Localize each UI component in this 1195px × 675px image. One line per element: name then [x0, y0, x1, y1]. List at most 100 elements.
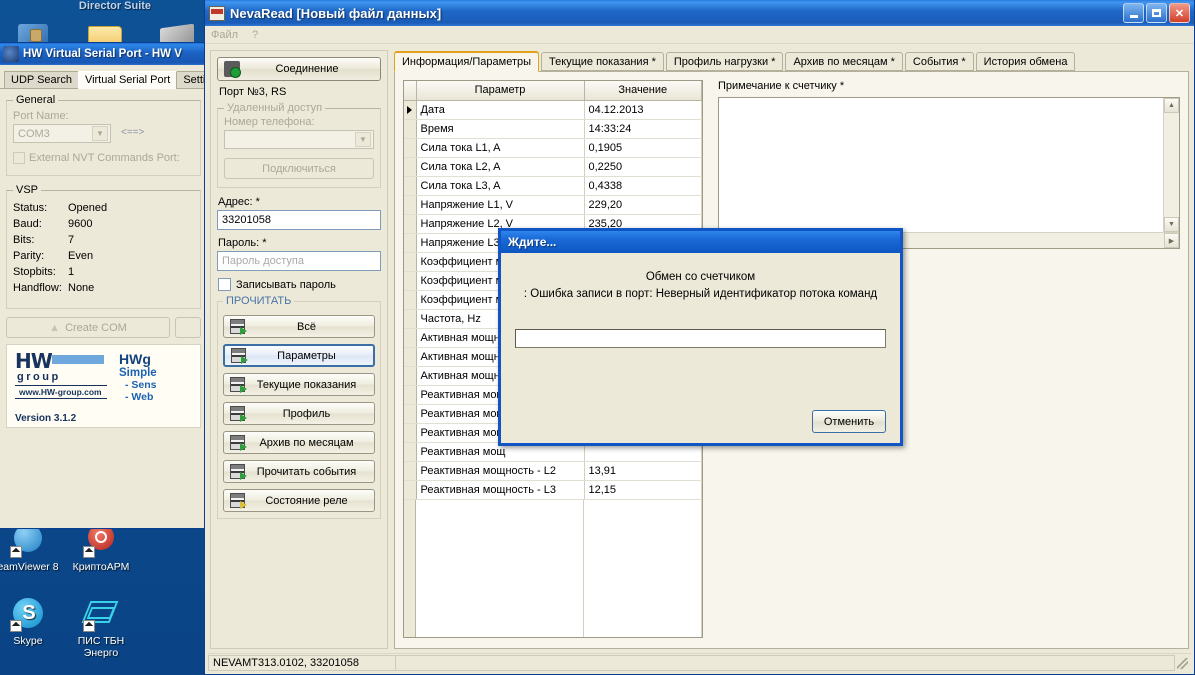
read-all-button[interactable]: Всё — [223, 315, 375, 338]
table-row[interactable]: Сила тока L3, A 0,4338 — [404, 176, 702, 196]
desktop-icon-pis-tbn-energo[interactable]: ПИС ТБН Энерго — [63, 598, 139, 659]
status-meter-info: NEVAMT313.0102, 33201058 — [208, 654, 396, 671]
tab-load-profile[interactable]: Профиль нагрузки * — [665, 52, 784, 71]
wait-dialog[interactable]: Ждите... Обмен со счетчиком : Ошибка зап… — [498, 228, 903, 446]
menu-item-help[interactable]: ? — [252, 29, 258, 41]
row-indicator — [404, 214, 417, 234]
row-indicator — [404, 385, 417, 405]
port-status-label: Порт №3, RS — [219, 86, 287, 98]
scroll-down-icon[interactable]: ▼ — [1164, 217, 1179, 232]
table-row[interactable]: Реактивная мощность - L2 13,91 — [404, 461, 702, 481]
tab-current-readings[interactable]: Текущие показания * — [541, 52, 664, 71]
close-button[interactable]: ✕ — [1169, 3, 1190, 23]
external-nvt-checkbox[interactable] — [13, 152, 25, 164]
connect-button[interactable]: Соединение — [217, 57, 381, 81]
wait-dialog-message-line1: Обмен со счетчиком — [645, 271, 756, 283]
address-input[interactable]: 33201058 — [217, 210, 381, 230]
create-com-button[interactable]: ▲ Create COM — [6, 317, 170, 338]
table-row[interactable]: Время 14:33:24 — [404, 119, 702, 139]
minimize-button[interactable] — [1123, 3, 1144, 23]
nevaread-titlebar[interactable]: NevaRead [Новый файл данных] ✕ — [205, 0, 1194, 26]
hw-virtual-serial-port-window[interactable]: HW Virtual Serial Port - HW V UDP Search… — [0, 42, 219, 529]
row-indicator — [404, 347, 417, 367]
chevron-down-icon[interactable]: ▼ — [92, 126, 108, 141]
cancel-button[interactable]: Отменить — [812, 410, 886, 433]
save-password-row[interactable]: Записывать пароль — [218, 278, 381, 291]
save-password-checkbox[interactable] — [218, 278, 231, 291]
desktop-icon-teamviewer[interactable]: eamViewer 8 — [0, 524, 66, 573]
read-profile-button[interactable]: Профиль — [223, 402, 375, 425]
read-parameters-button[interactable]: Параметры — [223, 344, 375, 367]
meter-notes-label: Примечание к счетчику * — [718, 80, 845, 92]
hwvsp-app-icon — [3, 46, 19, 62]
wait-dialog-titlebar[interactable]: Ждите... — [501, 231, 900, 253]
hwvsp-extra-button[interactable] — [175, 317, 201, 338]
read-current-readings-button[interactable]: Текущие показания — [223, 373, 375, 396]
table-row[interactable]: Сила тока L2, A 0,2250 — [404, 157, 702, 177]
cell-value: 229,20 — [584, 195, 702, 215]
desktop-icon-skype[interactable]: S Skype — [0, 598, 66, 647]
nevaread-tabstrip[interactable]: Информация/Параметры Текущие показания *… — [394, 50, 1189, 72]
tab-events[interactable]: События * — [904, 52, 974, 71]
tab-exchange-history[interactable]: История обмена — [975, 52, 1076, 71]
runner-icon: ▲ — [49, 321, 61, 334]
cell-value: 12,15 — [584, 480, 702, 500]
maximize-button[interactable] — [1146, 3, 1167, 23]
meter-notes-memo[interactable]: ▲ ▼ ▶ — [718, 97, 1180, 249]
hwgroup-url: www.HW-group.com — [15, 385, 107, 399]
vsp-bits-key: Bits: — [13, 234, 35, 246]
nevaread-menubar[interactable]: Файл ? — [205, 26, 1194, 44]
phone-number-combo[interactable]: ▼ — [224, 130, 374, 149]
read-green-icon — [230, 319, 247, 335]
vsp-baud-value: 9600 — [68, 218, 93, 230]
hwvsp-general-group: General Port Name: COM3 ▼ <==> External … — [6, 94, 201, 176]
cell-param: Сила тока L2, A — [416, 157, 585, 177]
table-row[interactable]: Дата 04.12.2013 — [404, 100, 702, 120]
hwgroup-logo-panel: HW group www.HW-group.com Version 3.1.2 … — [6, 344, 201, 428]
hwvsp-version: Version 3.1.2 — [15, 413, 77, 424]
cell-value: 0,2250 — [584, 157, 702, 177]
column-header-parameter[interactable]: Параметр — [415, 81, 585, 101]
remote-connect-button[interactable]: Подключиться — [224, 158, 374, 179]
port-name-combo[interactable]: COM3 ▼ — [13, 124, 111, 143]
vsp-status-value: Opened — [68, 202, 108, 214]
vsp-baud-row: Baud: 9600 — [13, 216, 194, 232]
read-profile-label: Профиль — [282, 407, 331, 420]
password-input[interactable]: Пароль доступа — [217, 251, 381, 271]
hwvsp-titlebar[interactable]: HW Virtual Serial Port - HW V — [0, 43, 206, 65]
table-row[interactable]: Реактивная мощность - L3 12,15 — [404, 480, 702, 500]
read-green-icon — [230, 406, 247, 422]
wait-dialog-message-line2: : Ошибка записи в порт: Неверный идентиф… — [523, 288, 878, 300]
hwvsp-tab-udp-search[interactable]: UDP Search — [4, 71, 79, 88]
vertical-scrollbar[interactable]: ▲ ▼ — [1163, 98, 1179, 232]
cell-param: Дата — [416, 100, 585, 120]
tab-info-parameters[interactable]: Информация/Параметры — [394, 51, 540, 72]
meter-notes-textarea[interactable] — [719, 98, 1163, 232]
remote-connect-label: Подключиться — [262, 162, 336, 175]
hwvsp-tabstrip[interactable]: UDP Search Virtual Serial Port Settin — [0, 69, 219, 89]
kriptoarm-icon — [83, 524, 119, 558]
scroll-right-icon[interactable]: ▶ — [1164, 233, 1179, 248]
scroll-up-icon[interactable]: ▲ — [1164, 98, 1179, 113]
hwvsp-vsp-legend: VSP — [16, 184, 39, 196]
read-events-button[interactable]: Прочитать события — [223, 460, 375, 483]
column-header-value[interactable]: Значение — [583, 81, 702, 101]
hwvsp-tab-virtual-serial-port[interactable]: Virtual Serial Port — [77, 71, 178, 89]
plug-connected-icon — [224, 61, 241, 78]
row-indicator — [404, 404, 417, 424]
table-row[interactable]: Сила тока L1, A 0,1905 — [404, 138, 702, 158]
vsp-handflow-row: Handflow: None — [13, 280, 194, 296]
remote-access-legend: Удаленный доступ — [227, 102, 323, 114]
desktop-icon-kriptoarm[interactable]: КриптоАРМ — [63, 524, 139, 573]
table-row[interactable]: Напряжение L1, V 229,20 — [404, 195, 702, 215]
menu-item-file[interactable]: Файл — [211, 29, 238, 41]
chevron-down-icon[interactable]: ▼ — [355, 132, 371, 147]
read-relay-state-button[interactable]: Состояние реле — [223, 489, 375, 512]
address-value: 33201058 — [222, 214, 271, 226]
tab-monthly-archive[interactable]: Архив по месяцам * — [785, 52, 903, 71]
hwgroup-blue-bar — [51, 355, 104, 364]
resize-grip-icon[interactable] — [1175, 656, 1189, 670]
read-monthly-archive-button[interactable]: Архив по месяцам — [223, 431, 375, 454]
password-placeholder: Пароль доступа — [222, 255, 304, 267]
nevaread-statusbar: NEVAMT313.0102, 33201058 — [208, 653, 1191, 671]
